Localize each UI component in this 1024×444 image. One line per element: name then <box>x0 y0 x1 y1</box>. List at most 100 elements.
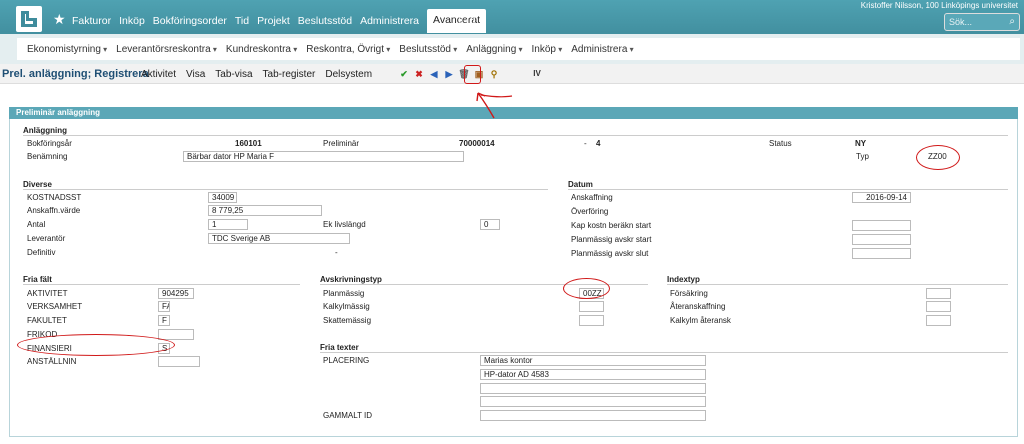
previous-arrow-icon[interactable]: ◀ <box>428 68 440 80</box>
section-fria-texter: Fria texter <box>320 343 359 352</box>
divider <box>320 352 1008 353</box>
subnav-anlaggning[interactable]: Anläggning <box>466 44 522 55</box>
kalkylm-ateransk-input[interactable] <box>926 315 951 326</box>
menu-tab-visa[interactable]: Tab-visa <box>215 69 252 80</box>
kalkylm-ateransk-label: Kalkylm återansk <box>670 316 731 325</box>
subnav-leverantorsreskontra[interactable]: Leverantörsreskontra <box>116 44 217 55</box>
nav-fakturor[interactable]: Fakturor <box>72 15 111 27</box>
status-label: Status <box>769 139 792 148</box>
placering-line-1[interactable]: Marias kontor <box>480 355 706 366</box>
next-arrow-icon[interactable]: ▶ <box>443 68 455 80</box>
subnav-ekonomistyrning[interactable]: Ekonomistyrning <box>27 44 107 55</box>
planmassig-slut-input[interactable] <box>852 248 911 259</box>
page-title: Prel. anläggning; Registrera <box>2 68 149 80</box>
ateranskaffning-input[interactable] <box>926 301 951 312</box>
fakultet-label: FAKULTET <box>27 316 67 325</box>
anskaffning-label: Anskaffning <box>571 193 613 202</box>
menu-aktivitet[interactable]: Aktivitet <box>141 69 176 80</box>
benamning-label: Benämning <box>27 152 68 161</box>
search-magnifier-icon[interactable]: ⚲ <box>488 68 500 80</box>
verksamhet-label: VERKSAMHET <box>27 302 83 311</box>
ek-livslangd-input[interactable]: 0 <box>480 219 500 230</box>
placering-line-3[interactable] <box>480 383 706 394</box>
user-info[interactable]: Kristoffer Nilsson, 100 Linköpings unive… <box>861 1 1018 10</box>
preliminar-number: 4 <box>596 139 601 148</box>
cancel-x-icon[interactable]: ✖ <box>413 68 425 80</box>
menu-delsystem[interactable]: Delsystem <box>325 69 372 80</box>
divider <box>23 135 1008 136</box>
anskaffningsvarde-label: Anskaffn.värde <box>27 206 81 215</box>
sub-nav: Ekonomistyrning Leverantörsreskontra Kun… <box>17 38 1020 60</box>
search-input[interactable]: Sök... ⌕ <box>944 13 1020 31</box>
antal-input[interactable]: 1 <box>208 219 248 230</box>
anstallnin-input[interactable] <box>158 356 200 367</box>
anskaffning-date-input[interactable]: 2016-09-14 <box>852 192 911 203</box>
iv-icon[interactable]: IV <box>531 68 543 80</box>
app-logo[interactable] <box>16 6 42 32</box>
verksamhet-input[interactable]: FA <box>158 301 170 312</box>
bokforingsar-label: Bokföringsår <box>27 139 72 148</box>
save-check-icon[interactable]: ✔ <box>398 68 410 80</box>
definitiv-label: Definitiv <box>27 248 56 257</box>
subnav-inkop[interactable]: Inköp <box>532 44 563 55</box>
fakultet-input[interactable]: F <box>158 315 170 326</box>
nav-bokforingsorder[interactable]: Bokföringsorder <box>153 15 227 27</box>
subnav-kundreskontra[interactable]: Kundreskontra <box>226 44 297 55</box>
planmassig-start-label: Planmässig avskr start <box>571 235 652 244</box>
nav-projekt[interactable]: Projekt <box>257 15 290 27</box>
nav-beslutsstod[interactable]: Beslutsstöd <box>298 15 352 27</box>
definitiv-value: - <box>335 248 338 257</box>
kalkylmassig-input[interactable] <box>579 301 604 312</box>
skattemassig-label: Skattemässig <box>323 316 372 325</box>
forsakring-label: Försäkring <box>670 289 708 298</box>
leverantor-input[interactable]: TDC Sverige AB <box>208 233 350 244</box>
typ-label: Typ <box>856 152 869 161</box>
nav-tid[interactable]: Tid <box>235 15 249 27</box>
aktivitet-input[interactable]: 904295 <box>158 288 194 299</box>
forsakring-input[interactable] <box>926 288 951 299</box>
ateranskaffning-label: Återanskaffning <box>670 302 726 311</box>
aktivitet-label: AKTIVITET <box>27 289 68 298</box>
toolbar-menu: Aktivitet Visa Tab-visa Tab-register Del… <box>141 69 382 80</box>
placering-line-2[interactable]: HP-dator AD 4583 <box>480 369 706 380</box>
gammalt-id-input[interactable] <box>480 410 706 421</box>
subnav-administrera[interactable]: Administrera <box>571 44 633 55</box>
divider <box>667 284 1008 285</box>
kap-kostn-label: Kap kostn beräkn start <box>571 221 652 230</box>
divider <box>23 284 300 285</box>
main-nav: Fakturor Inköp Bokföringsorder Tid Proje… <box>72 9 492 33</box>
anskaffningsvarde-input[interactable]: 8 779,25 <box>208 205 322 216</box>
anstallnin-label: ANSTÄLLNIN <box>27 357 77 366</box>
benamning-input[interactable]: Bärbar dator HP Maria F <box>183 151 464 162</box>
subnav-beslutsstod[interactable]: Beslutsstöd <box>399 44 457 55</box>
divider <box>23 189 548 190</box>
placering-line-4[interactable] <box>480 396 706 407</box>
planmassig-slut-label: Planmässig avskr slut <box>571 249 649 258</box>
subnav-reskontra-ovrigt[interactable]: Reskontra, Övrigt <box>306 44 390 55</box>
kap-kostn-input[interactable] <box>852 220 911 231</box>
section-datum: Datum <box>568 180 593 189</box>
nav-administrera[interactable]: Administrera <box>360 15 419 27</box>
kostnadsst-input[interactable]: 34009 <box>208 192 237 203</box>
help-icon[interactable]: ? <box>459 12 475 28</box>
menu-tab-register[interactable]: Tab-register <box>263 69 316 80</box>
kostnadsst-label: KOSTNADSST <box>27 193 82 202</box>
antal-label: Antal <box>27 220 46 229</box>
panel-title: Preliminär anläggning <box>9 107 1018 119</box>
nav-inkop[interactable]: Inköp <box>119 15 145 27</box>
overforing-label: Överföring <box>571 207 609 216</box>
preliminar-label: Preliminär <box>323 139 360 148</box>
section-diverse: Diverse <box>23 180 52 189</box>
favorites-star-icon[interactable]: ★ <box>53 11 66 28</box>
menu-visa[interactable]: Visa <box>186 69 205 80</box>
dash: - <box>584 139 587 148</box>
search-icon[interactable]: ⌕ <box>1009 16 1015 27</box>
planmassig-start-input[interactable] <box>852 234 911 245</box>
section-fria-falt: Fria fält <box>23 275 52 284</box>
skattemassig-input[interactable] <box>579 315 604 326</box>
section-anlaggning: Anläggning <box>23 126 67 135</box>
nav-avancerat[interactable]: Avancerat <box>427 9 487 33</box>
search-placeholder: Sök... <box>949 17 973 27</box>
section-indextyp: Indextyp <box>667 275 700 284</box>
preliminar-value: 70000014 <box>459 139 495 148</box>
